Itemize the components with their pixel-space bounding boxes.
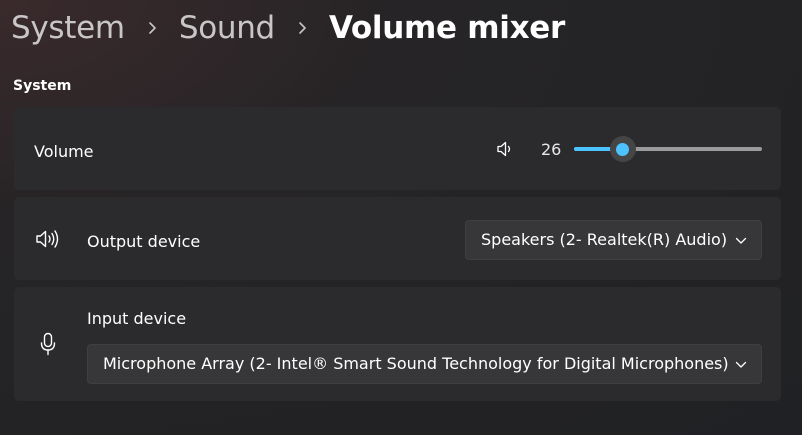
chevron-right-icon (139, 6, 165, 50)
volume-slider[interactable] (574, 136, 762, 162)
input-device-dropdown[interactable]: Microphone Array (2- Intel® Smart Sound … (87, 344, 762, 384)
chevron-down-icon (735, 359, 747, 371)
speaker-icon[interactable] (494, 138, 516, 160)
input-device-card: Input device Microphone Array (2- Intel®… (14, 287, 781, 401)
microphone-icon (38, 331, 58, 357)
volume-value: 26 (541, 140, 562, 159)
page-title: Volume mixer (328, 10, 565, 46)
chevron-right-icon (289, 6, 315, 50)
chevron-down-icon (735, 235, 747, 247)
output-device-selected: Speakers (2- Realtek(R) Audio) (481, 230, 728, 249)
output-device-label: Output device (87, 232, 201, 251)
section-title-system: System (13, 78, 72, 94)
breadcrumb: System Sound Volume mixer (11, 6, 565, 50)
input-device-selected: Microphone Array (2- Intel® Smart Sound … (103, 354, 729, 373)
breadcrumb-system[interactable]: System (11, 6, 125, 50)
output-device-dropdown[interactable]: Speakers (2- Realtek(R) Audio) (465, 220, 762, 260)
volume-card: Volume 26 (14, 107, 781, 190)
volume-label: Volume (34, 142, 94, 161)
speaker-loud-icon (34, 228, 62, 250)
breadcrumb-sound[interactable]: Sound (179, 6, 275, 50)
input-device-label: Input device (87, 309, 187, 328)
slider-thumb[interactable] (609, 136, 636, 162)
slider-thumb-inner (616, 142, 630, 156)
output-device-card: Output device Speakers (2- Realtek(R) Au… (14, 197, 781, 280)
